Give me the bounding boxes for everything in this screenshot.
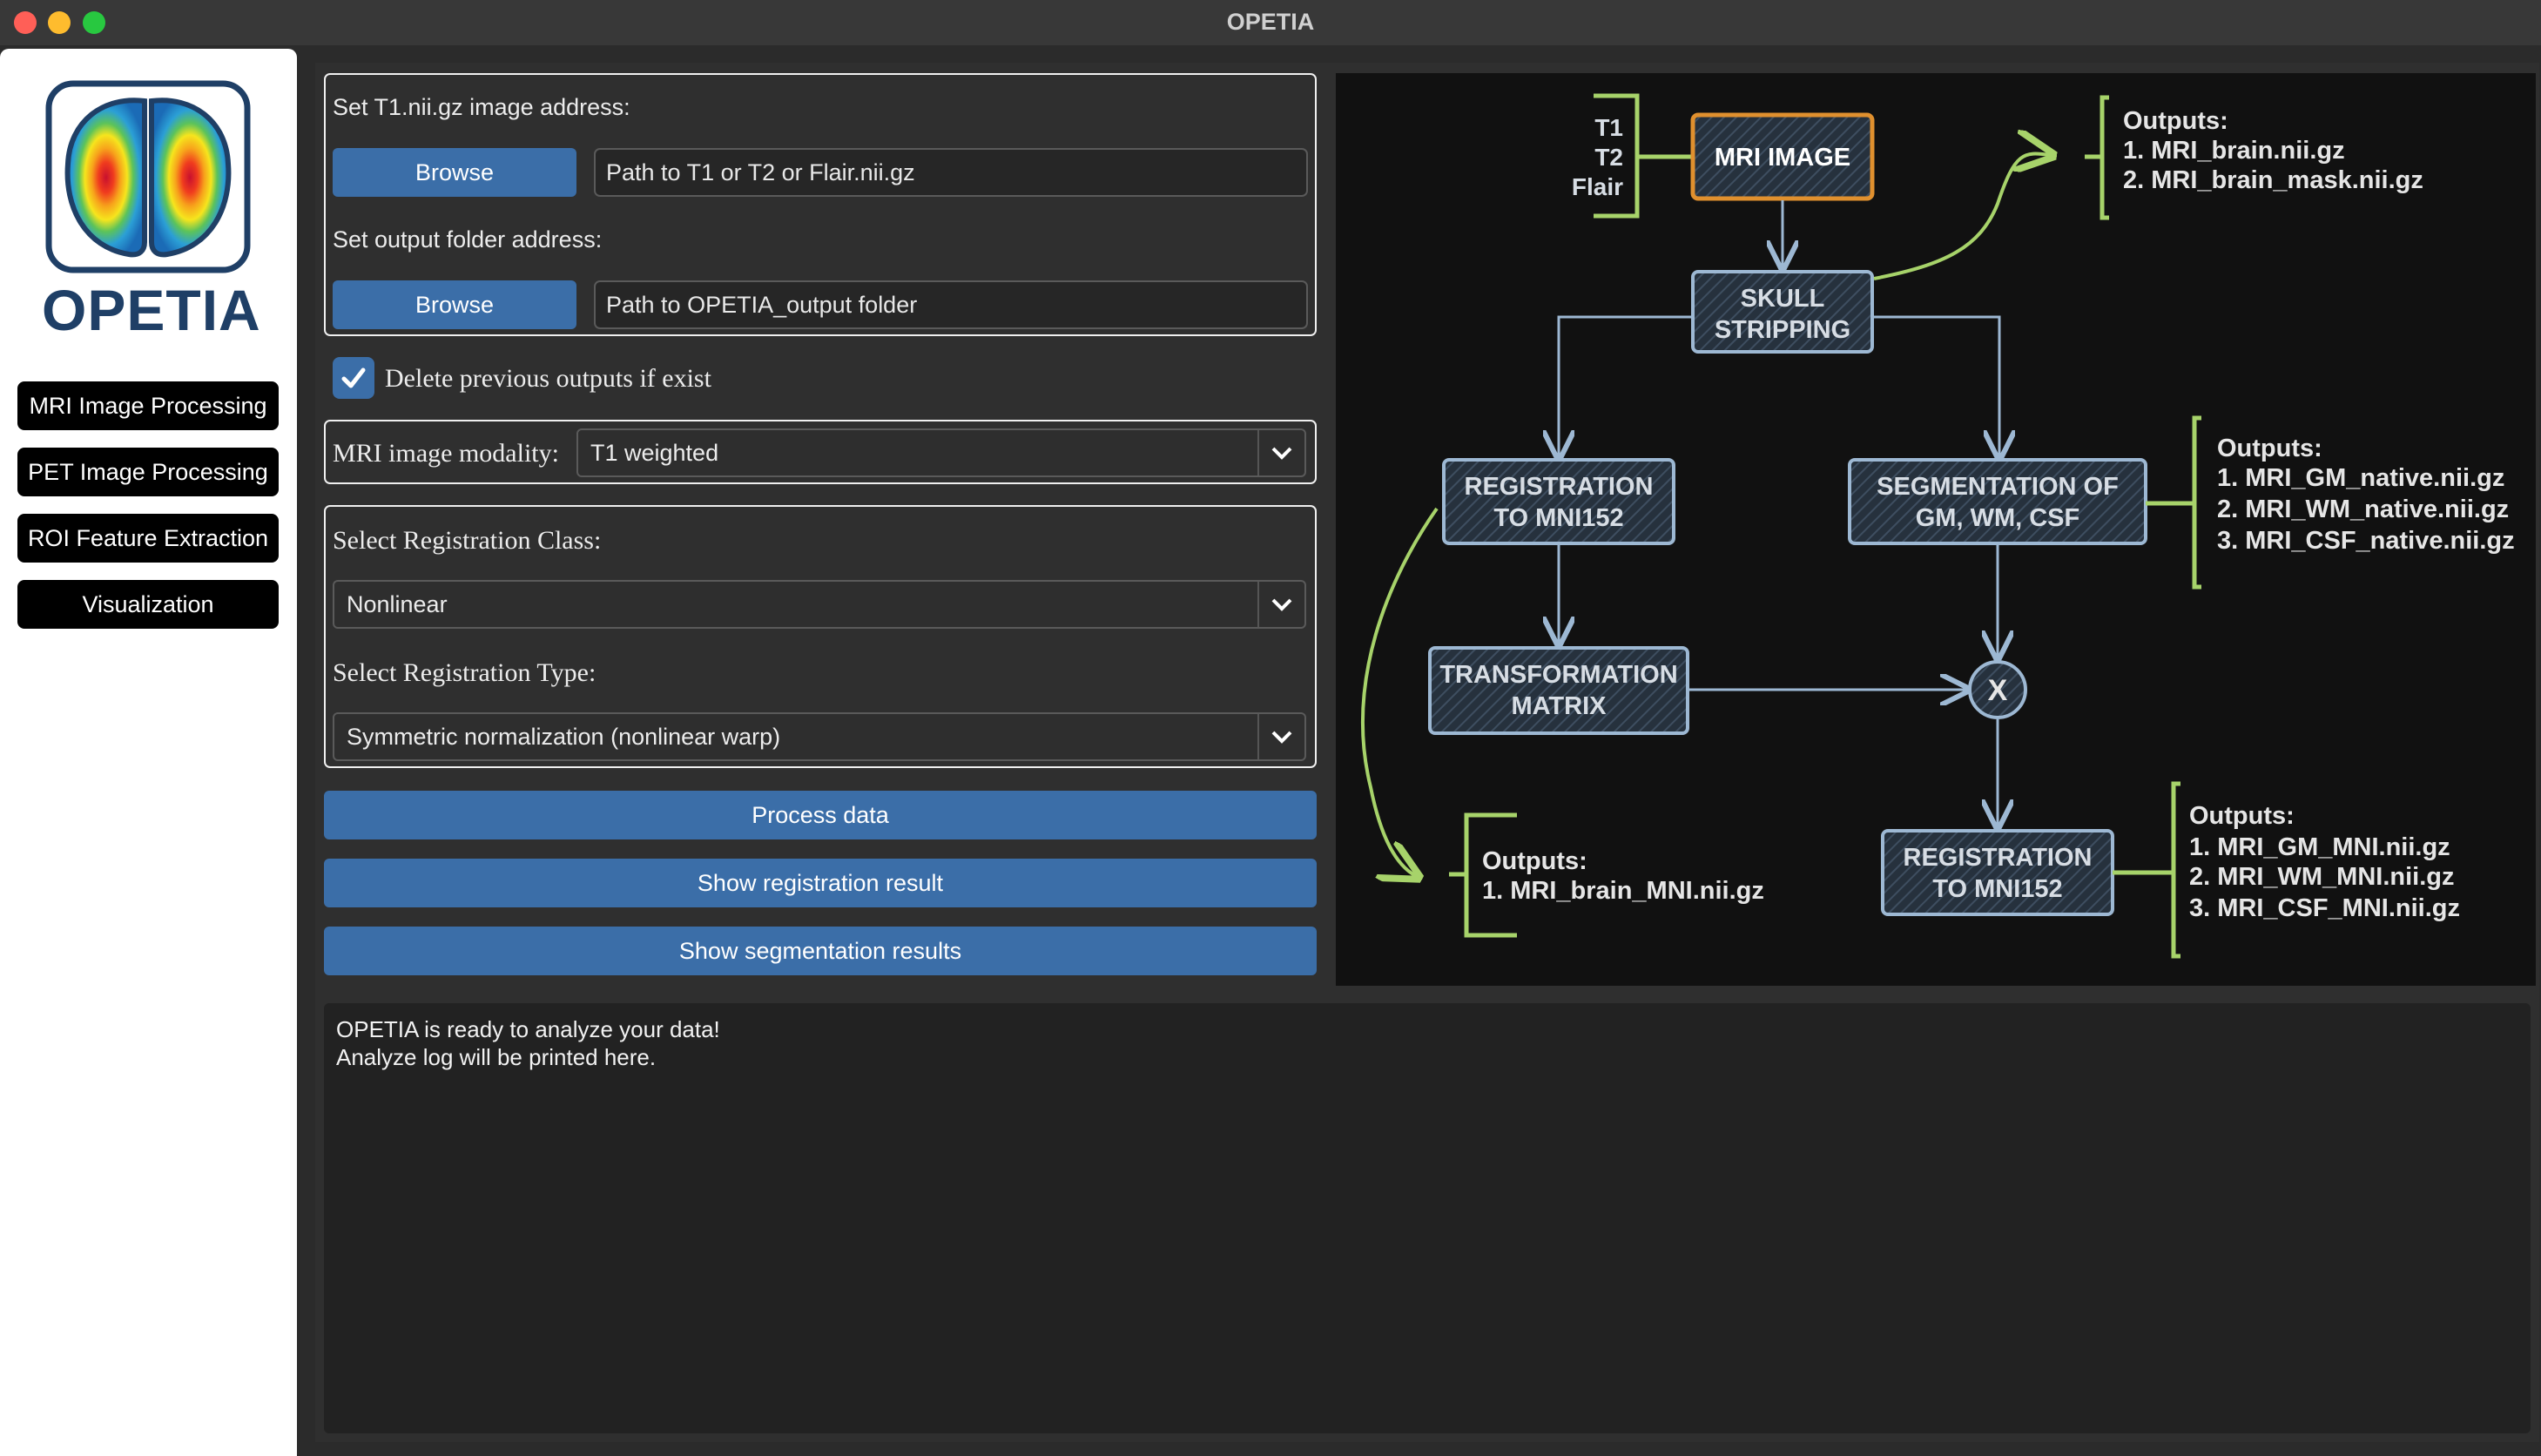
registration-class-value: Nonlinear <box>347 590 448 617</box>
reg-out-1: 1. MRI_brain_MNI.nii.gz <box>1482 877 1764 905</box>
modality-value: T1 weighted <box>590 439 719 466</box>
input-t1: T1 <box>1594 114 1623 141</box>
registration-class-select[interactable]: Nonlinear <box>333 580 1306 629</box>
skull-out-0: Outputs: <box>2123 107 2228 135</box>
output-path-field[interactable]: Path to OPETIA_output folder <box>594 280 1308 329</box>
process-data-button[interactable]: Process data <box>324 791 1317 839</box>
registration-type-select[interactable]: Symmetric normalization (nonlinear warp) <box>333 712 1306 761</box>
browse-output-button[interactable]: Browse <box>333 280 576 329</box>
image-path-field[interactable]: Path to T1 or T2 or Flair.nii.gz <box>594 148 1308 197</box>
mri-image-node: MRI IMAGE <box>1690 112 1875 201</box>
reg-left-line2: TO MNI152 <box>1493 504 1623 532</box>
skull-outputs: Outputs: 1. MRI_brain.nii.gz 2. MRI_brai… <box>2085 95 2423 220</box>
delete-outputs-label: Delete previous outputs if exist <box>385 364 711 393</box>
nav-roi-feature-extraction[interactable]: ROI Feature Extraction <box>17 514 279 563</box>
skull-line2: STRIPPING <box>1715 316 1850 344</box>
show-segmentation-button[interactable]: Show segmentation results <box>324 927 1317 975</box>
analysis-log[interactable]: OPETIA is ready to analyze your data! An… <box>324 1003 2531 1433</box>
chevron-down-icon <box>1257 714 1304 759</box>
seg-out-3: 3. MRI_CSF_native.nii.gz <box>2217 527 2515 555</box>
input-flair: Flair <box>1572 173 1623 200</box>
transform-line2: MATRIX <box>1511 692 1607 720</box>
input-t2: T2 <box>1594 144 1623 171</box>
nav-visualization[interactable]: Visualization <box>17 580 279 629</box>
skull-out-1: 1. MRI_brain.nii.gz <box>2123 137 2345 165</box>
segmentation-outputs: Outputs: 1. MRI_GM_native.nii.gz 2. MRI_… <box>2146 415 2515 590</box>
seg-line1: SEGMENTATION OF <box>1877 473 2119 501</box>
image-address-label: Set T1.nii.gz image address: <box>333 94 630 120</box>
mni-out-3: 3. MRI_CSF_MNI.nii.gz <box>2189 894 2460 922</box>
logo-text: OPETIA <box>42 278 261 342</box>
modality-select[interactable]: T1 weighted <box>576 428 1306 477</box>
multiply-label: X <box>1988 674 2008 707</box>
skull-out-2: 2. MRI_brain_mask.nii.gz <box>2123 166 2423 194</box>
reg-right-line1: REGISTRATION <box>1904 844 2093 872</box>
modality-label: MRI image modality: <box>333 439 559 468</box>
registration-class-label: Select Registration Class: <box>333 526 602 555</box>
mni-outputs: Outputs: 1. MRI_GM_MNI.nii.gz 2. MRI_WM_… <box>2113 781 2460 959</box>
mni-out-0: Outputs: <box>2189 802 2295 830</box>
registration-type-label: Select Registration Type: <box>333 658 596 687</box>
mni-out-2: 2. MRI_WM_MNI.nii.gz <box>2189 863 2455 891</box>
log-line-2: Analyze log will be printed here. <box>336 1044 657 1070</box>
show-registration-button[interactable]: Show registration result <box>324 859 1317 907</box>
mri-image-label: MRI IMAGE <box>1715 144 1850 172</box>
window-title: OPETIA <box>1226 9 1315 35</box>
skull-stripping-node: SKULL STRIPPING <box>1691 270 1874 354</box>
seg-out-2: 2. MRI_WM_native.nii.gz <box>2217 495 2509 523</box>
seg-out-0: Outputs: <box>2217 435 2322 462</box>
mni-out-1: 1. MRI_GM_MNI.nii.gz <box>2189 833 2450 861</box>
chevron-down-icon <box>1257 430 1304 475</box>
seg-line2: GM, WM, CSF <box>1916 504 2079 532</box>
multiply-node: X <box>1968 660 2027 719</box>
delete-outputs-checkbox[interactable] <box>333 357 374 399</box>
registration-left-node: REGISTRATION TO MNI152 <box>1442 458 1675 545</box>
skull-line1: SKULL <box>1741 285 1825 313</box>
chevron-down-icon <box>1257 582 1304 627</box>
registration-type-value: Symmetric normalization (nonlinear warp) <box>347 723 781 750</box>
output-folder-label: Set output folder address: <box>333 226 603 253</box>
nav-pet-image-processing[interactable]: PET Image Processing <box>17 448 279 496</box>
transform-line1: TRANSFORMATION <box>1439 661 1677 689</box>
workflow-diagram: T1 T2 Flair MRI IMAGE SKULL STRIPPING Ou… <box>1336 73 2536 986</box>
segmentation-node: SEGMENTATION OF GM, WM, CSF <box>1848 458 2147 545</box>
input-bracket: T1 T2 Flair <box>1572 93 1693 219</box>
check-icon <box>341 367 366 388</box>
registration-outputs: Outputs: 1. MRI_brain_MNI.nii.gz <box>1449 812 1764 938</box>
browse-image-button[interactable]: Browse <box>333 148 576 197</box>
reg-out-0: Outputs: <box>1482 847 1587 875</box>
transformation-matrix-node: TRANSFORMATION MATRIX <box>1428 646 1689 735</box>
registration-right-node: REGISTRATION TO MNI152 <box>1881 829 2114 916</box>
log-line-1: OPETIA is ready to analyze your data! <box>336 1016 720 1042</box>
brain-logo-icon <box>45 80 251 273</box>
seg-out-1: 1. MRI_GM_native.nii.gz <box>2217 464 2504 492</box>
reg-right-line2: TO MNI152 <box>1932 875 2062 903</box>
reg-left-line1: REGISTRATION <box>1465 473 1654 501</box>
title-bar: OPETIA <box>0 0 2541 45</box>
nav-mri-image-processing[interactable]: MRI Image Processing <box>17 381 279 430</box>
